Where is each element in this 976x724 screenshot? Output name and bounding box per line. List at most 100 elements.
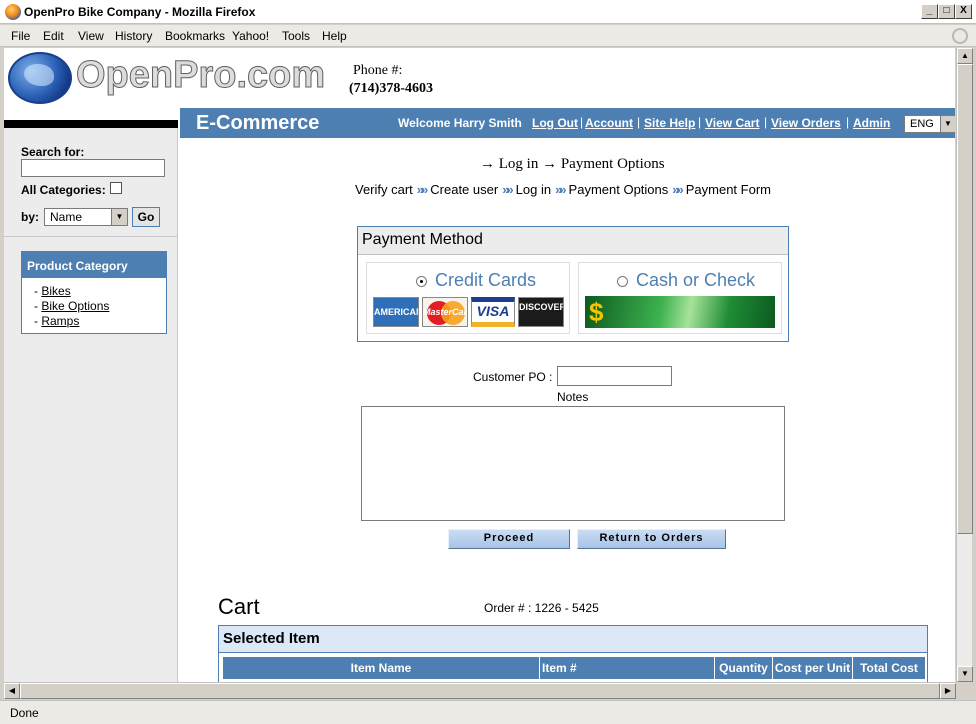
- discover-card-icon: DISCOVER: [518, 297, 564, 327]
- horizontal-scroll-thumb[interactable]: [20, 683, 940, 699]
- site-logo[interactable]: OpenPro.com: [75, 54, 325, 97]
- customer-po-label: Customer PO :: [473, 370, 553, 384]
- cash-check-radio[interactable]: [617, 276, 628, 287]
- scroll-down-icon[interactable]: ▼: [957, 666, 973, 682]
- nav-link-logout[interactable]: Log Out: [532, 116, 578, 130]
- cart-title: Cart: [218, 594, 260, 619]
- go-button[interactable]: Go: [132, 207, 160, 227]
- notes-textarea[interactable]: [361, 406, 785, 521]
- language-value: ENG: [910, 118, 934, 130]
- cash-check-option[interactable]: Cash or Check $: [578, 262, 782, 334]
- category-link-ramps[interactable]: Ramps: [41, 314, 79, 328]
- phone-number: (714)378-4603: [349, 81, 433, 96]
- step-payment-form: Payment Form: [685, 182, 771, 197]
- horizontal-scrollbar[interactable]: ◀ ▶: [4, 682, 956, 699]
- column-header-total-cost: Total Cost: [853, 657, 925, 679]
- left-sidebar: Search for: All Categories: by: Name ▼ G…: [4, 128, 178, 682]
- scroll-right-icon[interactable]: ▶: [940, 683, 956, 699]
- credit-card-label[interactable]: Credit Cards: [435, 270, 536, 291]
- nav-separator: |: [637, 115, 641, 129]
- search-by-value: Name: [50, 210, 83, 224]
- nav-link-admin[interactable]: Admin: [853, 116, 890, 130]
- amex-card-icon: AMERICAN EXPRESS: [373, 297, 419, 327]
- sidebar-item-bike-options: - Bike Options: [34, 299, 110, 313]
- cash-money-icon: $: [585, 296, 775, 328]
- step-verify-cart: Verify cart: [355, 182, 413, 197]
- return-to-orders-button[interactable]: Return to Orders: [577, 529, 726, 549]
- nav-separator: |: [580, 115, 584, 129]
- welcome-text: Welcome Harry Smith: [398, 116, 522, 130]
- menu-view[interactable]: View: [78, 29, 104, 43]
- close-button[interactable]: X: [955, 4, 972, 19]
- vertical-scroll-thumb[interactable]: [957, 64, 973, 534]
- menu-bar: File Edit View History Bookmarks Yahoo! …: [0, 25, 976, 47]
- double-chevron-icon: »»: [502, 182, 514, 197]
- nav-link-site-help[interactable]: Site Help: [644, 116, 695, 130]
- sidebar-divider: [4, 236, 178, 237]
- chevron-down-icon[interactable]: ▼: [111, 209, 127, 225]
- step-log-in: Log in: [515, 182, 552, 197]
- scroll-left-icon[interactable]: ◀: [4, 683, 20, 699]
- window-title: OpenPro Bike Company - Mozilla Firefox: [24, 5, 256, 19]
- column-header-cost-per-unit: Cost per Unit: [773, 657, 853, 679]
- search-by-select[interactable]: Name ▼: [44, 208, 128, 226]
- menu-help[interactable]: Help: [322, 29, 347, 43]
- nav-link-view-cart[interactable]: View Cart: [705, 116, 759, 130]
- credit-card-option[interactable]: Credit Cards AMERICAN EXPRESS MasterCard…: [366, 262, 570, 334]
- product-category-box: Product Category - Bikes - Bike Options …: [21, 251, 167, 334]
- step-payment-options: Payment Options: [568, 182, 669, 197]
- scroll-up-icon[interactable]: ▲: [957, 48, 973, 64]
- order-number: Order # : 1226 - 5425: [484, 601, 599, 615]
- sidebar-item-bikes: - Bikes: [34, 284, 71, 298]
- nav-brand: E-Commerce: [196, 112, 320, 134]
- nav-link-view-orders[interactable]: View Orders: [771, 116, 841, 130]
- column-header-item-number: Item #: [540, 657, 715, 679]
- menu-history[interactable]: History: [115, 29, 152, 43]
- menu-yahoo[interactable]: Yahoo!: [232, 29, 269, 43]
- payment-method-box: Payment Method Credit Cards AMERICAN EXP…: [357, 226, 789, 342]
- double-chevron-icon: »»: [416, 182, 429, 197]
- category-link-bike-options[interactable]: Bike Options: [41, 299, 109, 313]
- vertical-scrollbar[interactable]: ▲ ▼: [956, 48, 973, 682]
- customer-po-input[interactable]: [557, 366, 672, 386]
- status-text: Done: [10, 706, 39, 720]
- visa-card-icon: VISA: [471, 297, 515, 327]
- column-header-item-name: Item Name: [223, 657, 540, 679]
- minimize-button[interactable]: _: [921, 4, 938, 19]
- selected-item-title: Selected Item: [219, 626, 927, 653]
- checkout-breadcrumb: → Log in → Payment Options: [480, 156, 665, 172]
- menu-file[interactable]: File: [11, 29, 30, 43]
- language-select[interactable]: ENG ▼: [904, 115, 955, 133]
- status-bar: Done: [0, 700, 976, 724]
- payment-method-title: Payment Method: [358, 227, 788, 255]
- proceed-button[interactable]: Proceed: [448, 529, 570, 549]
- firefox-icon: [5, 4, 21, 20]
- cash-check-label[interactable]: Cash or Check: [636, 270, 755, 291]
- double-chevron-icon: »»: [555, 182, 567, 197]
- menu-bookmarks[interactable]: Bookmarks: [165, 29, 225, 43]
- sidebar-item-ramps: - Ramps: [34, 314, 80, 328]
- search-label: Search for:: [21, 145, 85, 159]
- column-header-quantity: Quantity: [715, 657, 773, 679]
- globe-logo-icon: [8, 52, 72, 104]
- top-navbar: E-Commerce Welcome Harry Smith Log Out |…: [180, 108, 955, 138]
- by-label: by:: [21, 210, 39, 224]
- checkout-steps: Verify cart»» Create user»» Log in»» Paymen…: [355, 182, 771, 197]
- search-input[interactable]: [21, 159, 165, 177]
- menu-edit[interactable]: Edit: [43, 29, 64, 43]
- nav-link-account[interactable]: Account: [585, 116, 633, 130]
- nav-separator: |: [698, 115, 702, 129]
- nav-separator: |: [764, 115, 768, 129]
- nav-separator: |: [846, 115, 850, 129]
- menu-tools[interactable]: Tools: [282, 29, 310, 43]
- mastercard-card-icon: MasterCard: [422, 297, 468, 327]
- credit-card-radio[interactable]: [416, 276, 427, 287]
- step-create-user: Create user: [430, 182, 499, 197]
- mastercard-text: MasterCard: [423, 307, 468, 317]
- category-link-bikes[interactable]: Bikes: [41, 284, 70, 298]
- all-categories-checkbox[interactable]: [110, 182, 122, 194]
- maximize-button[interactable]: □: [938, 4, 955, 19]
- chevron-down-icon[interactable]: ▼: [940, 116, 955, 132]
- window-titlebar: OpenPro Bike Company - Mozilla Firefox _…: [0, 0, 976, 24]
- product-category-title: Product Category: [22, 252, 166, 278]
